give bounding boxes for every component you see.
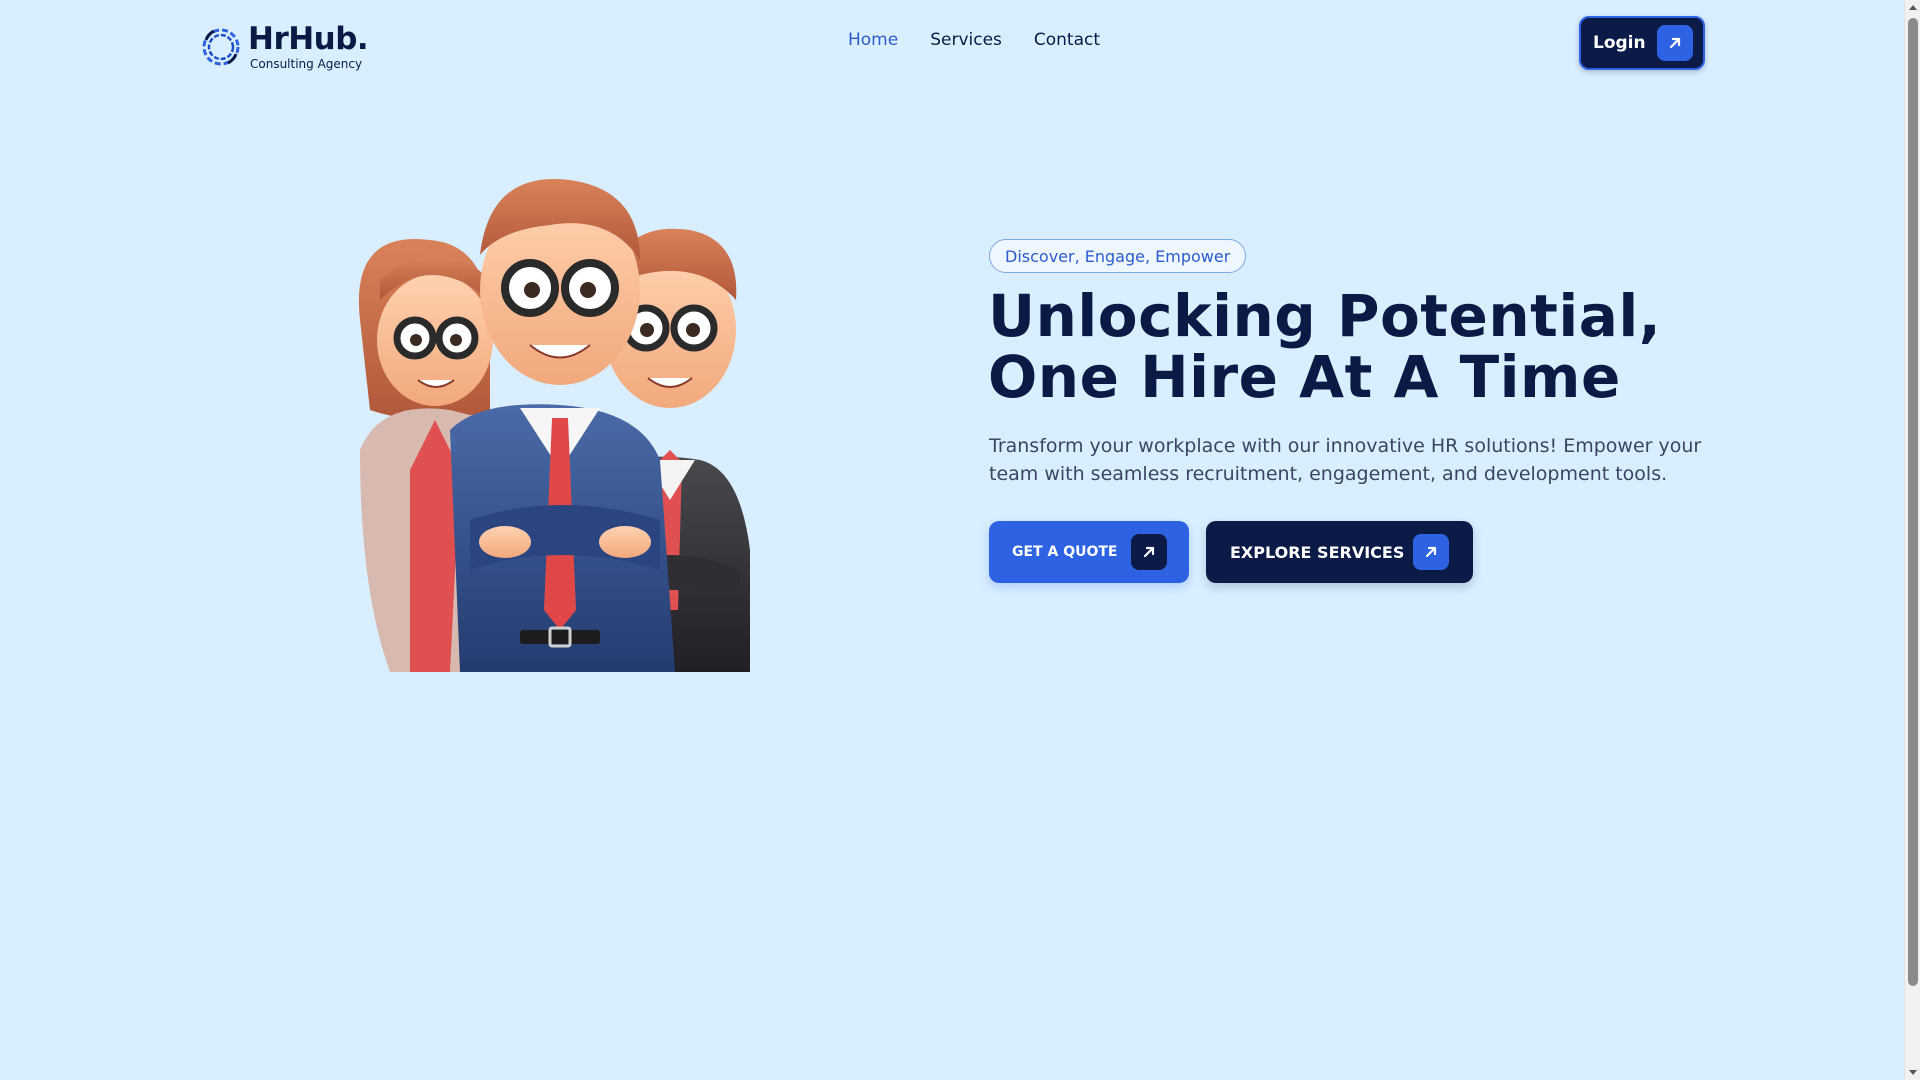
nav-item-home[interactable]: Home (848, 30, 898, 50)
login-button-label: Login (1593, 33, 1646, 53)
main-nav: Home Services Contact (848, 30, 1100, 50)
brand-tagline: Consulting Agency (250, 57, 363, 71)
arrow-up-right-icon (1657, 25, 1693, 61)
hero-headline-line2: One Hire At A Time (988, 343, 1621, 411)
nav-item-services[interactable]: Services (930, 30, 1002, 50)
explore-services-button[interactable]: EXPLORE SERVICES (1206, 521, 1473, 583)
site-header: HrHub. Consulting Agency Home Services C… (0, 0, 1904, 90)
hero-headline-line1: Unlocking Potential, (988, 282, 1662, 350)
page-scrollbar[interactable] (1904, 0, 1920, 1080)
explore-services-label: EXPLORE SERVICES (1230, 542, 1405, 562)
brand-name: HrHub. (248, 21, 369, 57)
ring-logo-icon (202, 28, 240, 66)
arrow-up-right-icon (1131, 534, 1167, 570)
nav-item-contact[interactable]: Contact (1034, 30, 1100, 50)
brand-logo[interactable]: HrHub. Consulting Agency (200, 21, 369, 71)
hero-headline: Unlocking Potential, One Hire At A Time (988, 286, 1748, 408)
arrow-up-right-icon (1413, 534, 1449, 570)
scrollbar-thumb[interactable] (1908, 18, 1918, 986)
get-quote-button[interactable]: GET A QUOTE (989, 521, 1189, 583)
scroll-down-arrow-icon[interactable] (1909, 1070, 1917, 1075)
hero-description: Transform your workplace with our innova… (989, 435, 1702, 485)
team-illustration (358, 178, 750, 672)
hero-eyebrow-badge: Discover, Engage, Empower (989, 239, 1247, 273)
scroll-up-arrow-icon[interactable] (1909, 5, 1917, 10)
get-quote-label: GET A QUOTE (1012, 544, 1118, 560)
login-button[interactable]: Login (1579, 16, 1705, 70)
